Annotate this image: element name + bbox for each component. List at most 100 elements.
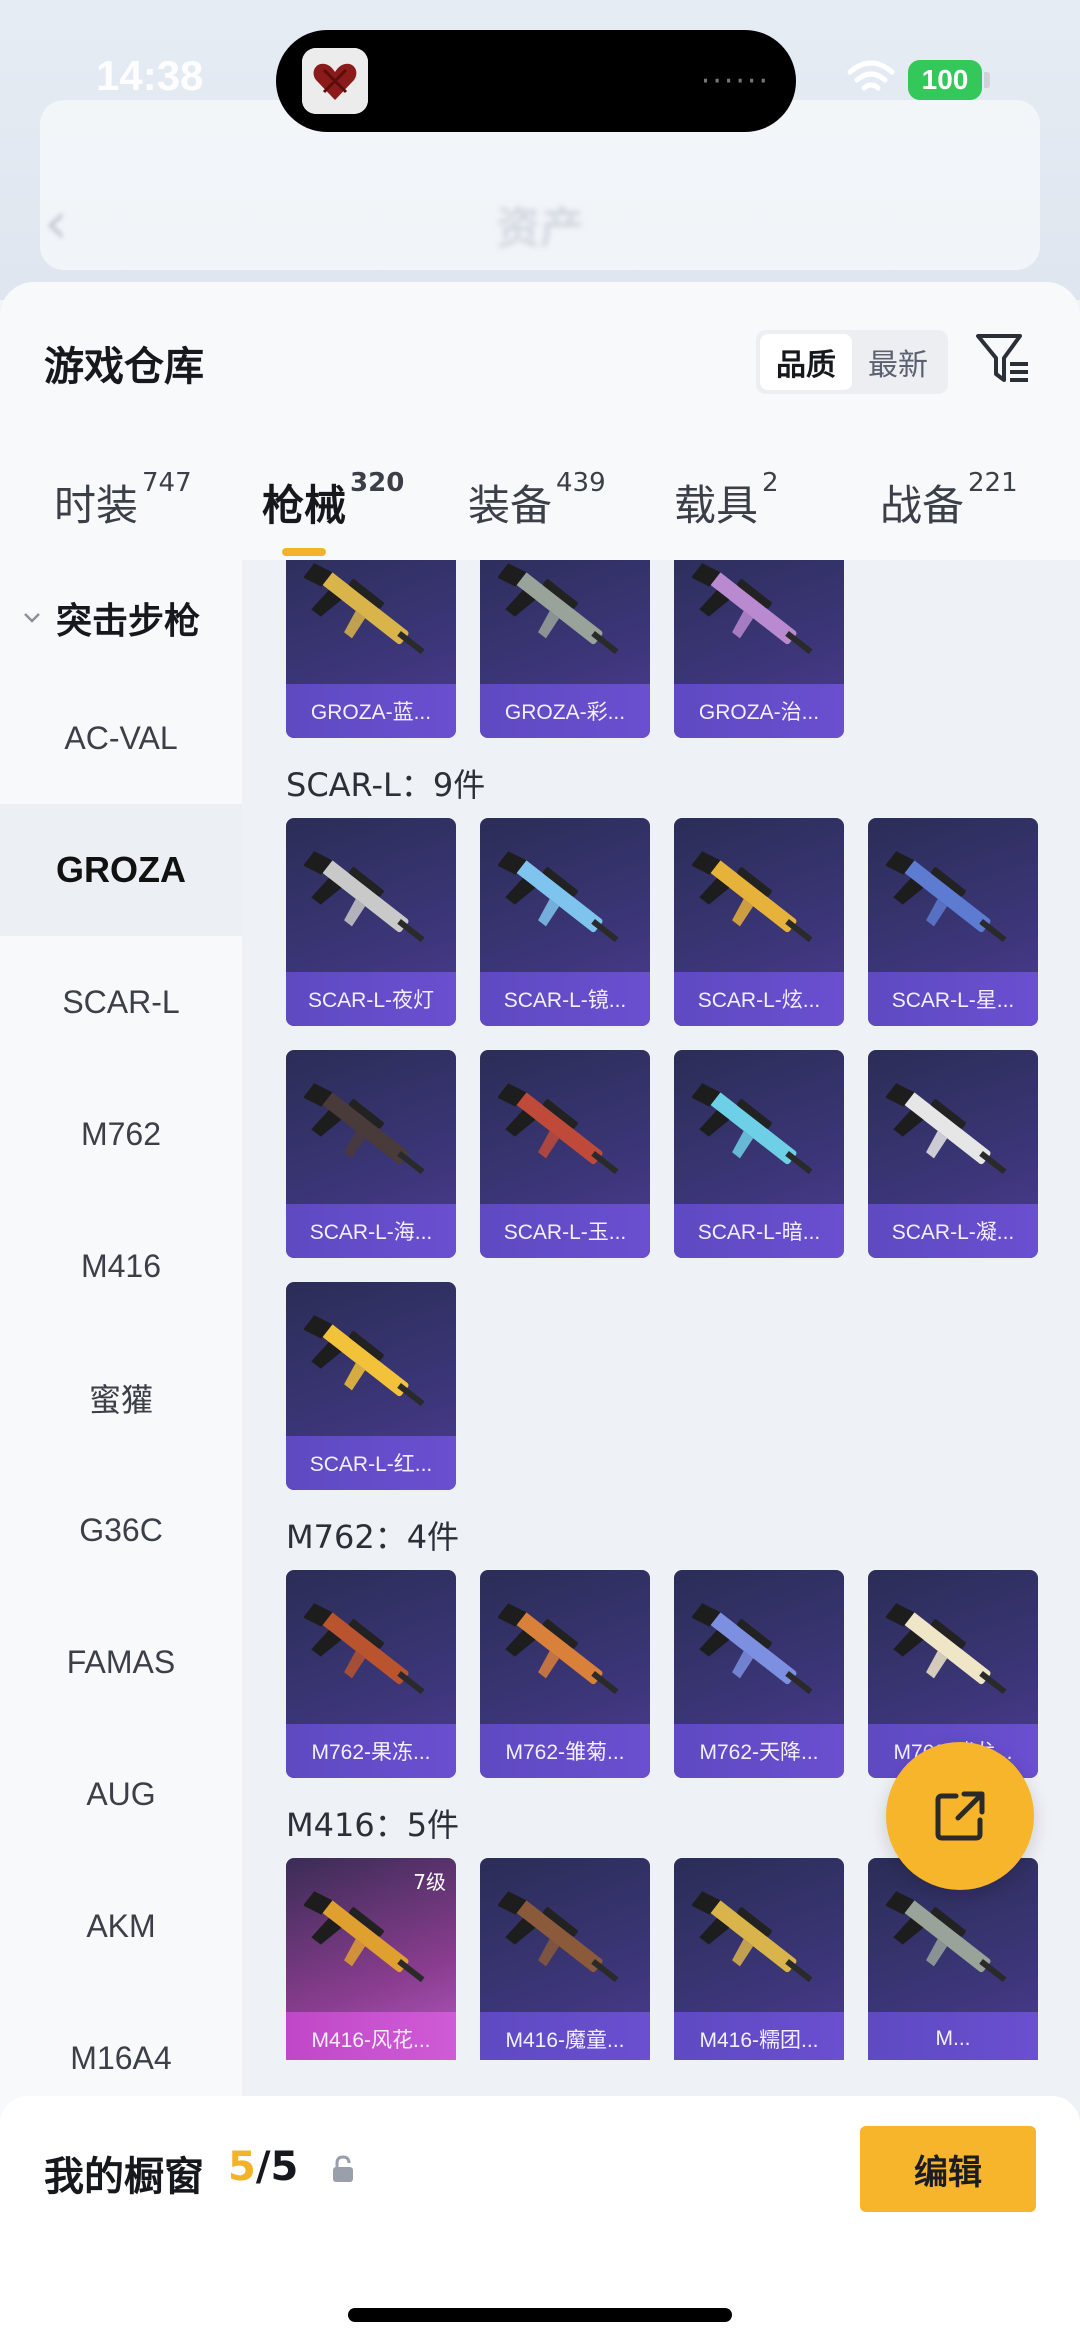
external-link-icon — [935, 1791, 985, 1841]
tab-vehicles[interactable]: 载具 2 — [674, 468, 779, 533]
rifle-icon — [498, 1891, 619, 1983]
rifle-icon — [304, 1603, 425, 1695]
dynamic-island: ······ — [276, 30, 796, 132]
sidebar-item[interactable]: FAMAS — [0, 1596, 242, 1728]
rifle-icon — [498, 1603, 619, 1695]
tab-count: 439 — [556, 468, 606, 498]
weapon-card[interactable]: SCAR-L-炫... — [674, 818, 844, 1026]
sidebar-item[interactable]: AC-VAL — [0, 672, 242, 804]
weapon-card[interactable]: M416-魔童... — [480, 1858, 650, 2060]
rifle-icon — [304, 1315, 425, 1407]
battery-tip — [984, 72, 990, 88]
rifle-icon — [498, 851, 619, 943]
weapon-name: SCAR-L-红... — [286, 1436, 456, 1490]
sidebar-item[interactable]: AUG — [0, 1728, 242, 1860]
weapon-card[interactable]: SCAR-L-海... — [286, 1050, 456, 1258]
tab-count: 2 — [762, 468, 779, 498]
tab-count: 747 — [142, 468, 192, 498]
home-indicator — [348, 2308, 732, 2322]
tab-guns[interactable]: 枪械 320 — [262, 468, 404, 533]
weapon-card[interactable]: SCAR-L-玉... — [480, 1050, 650, 1258]
weapon-name: SCAR-L-镜... — [480, 972, 650, 1026]
app-avatar-icon — [302, 48, 368, 114]
weapon-type-sidebar: 突击步枪 AC-VAL GROZA SCAR-L M762 M416 蜜獾 G36C FAMA… — [0, 560, 242, 2341]
tab-label: 时装 — [54, 481, 139, 530]
rifle-icon — [692, 851, 813, 943]
sheet-title: 游戏仓库 — [44, 344, 204, 390]
level-badge: 7级 — [413, 1870, 446, 1894]
sort-quality-button[interactable]: 品质 — [760, 334, 852, 390]
weapon-card[interactable]: SCAR-L-凝... — [868, 1050, 1038, 1258]
rifle-icon — [886, 1891, 1007, 1983]
sort-toggle: 品质 最新 — [756, 330, 948, 394]
weapon-card[interactable]: M762-雏菊... — [480, 1570, 650, 1778]
tab-equipment[interactable]: 装备 439 — [468, 468, 606, 533]
weapon-name: GROZA-治... — [674, 684, 844, 738]
edit-button[interactable]: 编辑 — [860, 2126, 1036, 2212]
sort-newest-button[interactable]: 最新 — [852, 334, 944, 390]
background-page-title: 资产 — [496, 203, 584, 254]
sidebar-item[interactable]: M762 — [0, 1068, 242, 1200]
weapon-card[interactable]: SCAR-L-镜... — [480, 818, 650, 1026]
weapon-card[interactable]: M762-天降... — [674, 1570, 844, 1778]
tab-supplies[interactable]: 战备 221 — [880, 468, 1018, 533]
rifle-icon — [886, 1083, 1007, 1175]
weapon-name: GROZA-蓝... — [286, 684, 456, 738]
rifle-icon — [886, 851, 1007, 943]
sidebar-item[interactable]: M416 — [0, 1200, 242, 1332]
weapon-name: SCAR-L-星... — [868, 972, 1038, 1026]
weapon-name: SCAR-L-凝... — [868, 1204, 1038, 1258]
weapon-name: M416-糯团... — [674, 2012, 844, 2060]
weapon-name: SCAR-L-夜灯 — [286, 972, 456, 1026]
category-tabs: 时装 747 枪械 320 装备 439 载具 2 战备 221 — [0, 468, 1080, 560]
weapon-card[interactable]: SCAR-L-夜灯 — [286, 818, 456, 1026]
sidebar-group-assault-rifles[interactable]: 突击步枪 — [16, 580, 200, 656]
rifle-icon — [304, 1891, 425, 1983]
weapon-card[interactable]: GROZA-治... — [674, 560, 844, 738]
sidebar-item[interactable]: G36C — [0, 1464, 242, 1596]
weapon-card[interactable]: GROZA-蓝... — [286, 560, 456, 738]
rifle-icon — [692, 1891, 813, 1983]
tab-fashion[interactable]: 时装 747 — [54, 468, 192, 533]
showcase-label: 我的橱窗 — [44, 2154, 204, 2200]
showcase-total: /5 — [255, 2144, 299, 2190]
weapon-name: M762-雏菊... — [480, 1724, 650, 1778]
sidebar-item[interactable]: 蜜獾 — [0, 1332, 242, 1464]
weapon-card[interactable]: M416-糯团... — [674, 1858, 844, 2060]
sidebar-item[interactable]: SCAR-L — [0, 936, 242, 1068]
sidebar-group-label: 突击步枪 — [56, 601, 201, 642]
active-tab-indicator — [282, 548, 326, 556]
weapon-card[interactable]: SCAR-L-暗... — [674, 1050, 844, 1258]
rifle-icon — [304, 851, 425, 943]
rifle-icon — [304, 563, 425, 655]
section-title: M762：4件 — [286, 1518, 460, 1556]
showcase-bar: 我的橱窗 5/5 编辑 — [0, 2096, 1080, 2341]
filter-icon[interactable] — [972, 328, 1034, 390]
weapon-card[interactable]: SCAR-L-红... — [286, 1282, 456, 1490]
tab-count: 221 — [968, 468, 1018, 498]
sidebar-item[interactable]: AKM — [0, 1860, 242, 1992]
tab-count: 320 — [350, 468, 405, 498]
weapon-card[interactable]: SCAR-L-星... — [868, 818, 1038, 1026]
weapon-name: M416-风花... — [286, 2012, 456, 2060]
rifle-icon — [692, 563, 813, 655]
share-button[interactable] — [886, 1742, 1034, 1890]
sidebar-item[interactable]: GROZA — [0, 804, 242, 936]
rifle-icon — [498, 563, 619, 655]
weapon-name: M762-天降... — [674, 1724, 844, 1778]
weapon-name: M416-魔童... — [480, 2012, 650, 2060]
island-dots: ······ — [700, 64, 770, 99]
rifle-icon — [886, 1603, 1007, 1695]
sheet-header: 游戏仓库 品质 最新 时装 747 枪械 320 装备 439 载具 2 战备 221 — [0, 282, 1080, 560]
weapon-card[interactable]: GROZA-彩... — [480, 560, 650, 738]
status-time: 14:38 — [96, 52, 204, 99]
chevron-down-icon — [24, 613, 40, 623]
tab-label: 枪械 — [262, 481, 347, 530]
rifle-icon — [692, 1083, 813, 1175]
weapon-name: M... — [868, 2012, 1038, 2060]
weapon-name: M762-果冻... — [286, 1724, 456, 1778]
weapon-card[interactable]: M762-果冻... — [286, 1570, 456, 1778]
weapon-card[interactable]: 7级 M416-风花... — [286, 1858, 456, 2060]
wifi-icon — [847, 60, 895, 91]
rifle-icon — [304, 1083, 425, 1175]
